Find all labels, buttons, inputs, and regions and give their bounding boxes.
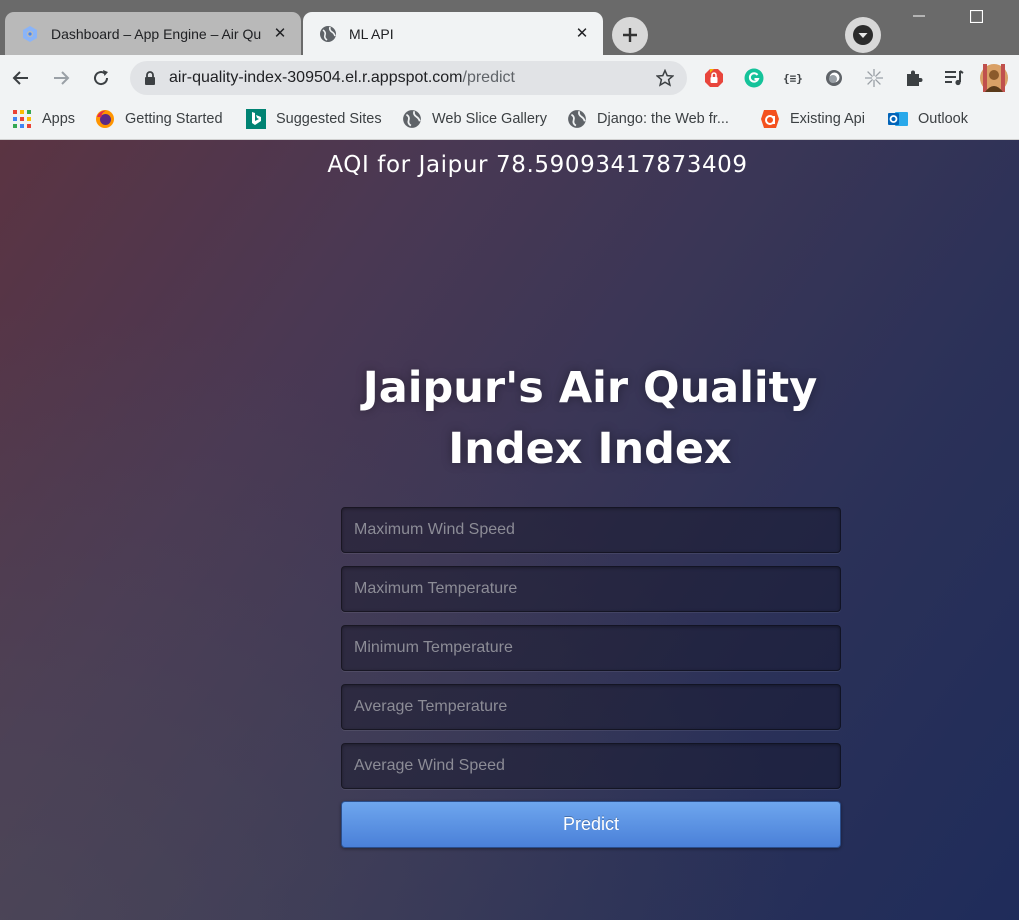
outlook-icon [888, 109, 908, 129]
bookmark-suggested-sites[interactable]: Suggested Sites [246, 108, 382, 130]
arrow-right-icon [54, 71, 70, 85]
tab-title: Dashboard – App Engine – Air Qu [51, 25, 262, 42]
avg-temperature-input[interactable] [341, 684, 841, 730]
media-queue-icon[interactable] [943, 67, 965, 89]
chevron-down-icon [853, 25, 873, 45]
bookmarks-bar: Apps Getting Started Suggested Sites Web… [0, 101, 1019, 140]
bookmark-apps[interactable]: Apps [12, 108, 75, 130]
tab-ml-api[interactable]: ML API ✕ [303, 12, 603, 55]
reload-button[interactable] [85, 62, 117, 94]
arrow-left-icon [12, 71, 28, 85]
tab-strip: Dashboard – App Engine – Air Qu ✕ ML API… [0, 0, 1019, 55]
new-tab-button[interactable] [612, 17, 648, 53]
globe-icon [567, 109, 587, 129]
bookmark-label: Django: the Web fr... [597, 111, 729, 127]
globe-icon [319, 25, 337, 43]
lock-icon [144, 71, 156, 85]
bookmark-existing-api[interactable]: Existing Api [760, 108, 865, 130]
bookmark-django[interactable]: Django: the Web fr... [567, 108, 729, 130]
minimize-icon [913, 15, 925, 17]
bookmark-label: Getting Started [125, 111, 223, 127]
svg-text:{≡}: {≡} [783, 72, 803, 85]
close-icon[interactable]: ✕ [271, 24, 289, 42]
back-button[interactable] [5, 62, 37, 94]
browser-toolbar: air-quality-index-309504.el.r.appspot.co… [0, 55, 1019, 101]
bookmark-label: Existing Api [790, 111, 865, 127]
minimize-button[interactable] [896, 0, 942, 32]
address-bar[interactable]: air-quality-index-309504.el.r.appspot.co… [130, 61, 687, 95]
firefox-icon [95, 109, 115, 129]
globe-icon [402, 109, 422, 129]
apps-grid-icon [12, 109, 32, 129]
sparkle-icon[interactable] [863, 67, 885, 89]
grammarly-icon[interactable] [743, 67, 765, 89]
prediction-form: Predict [341, 507, 841, 848]
page-content: AQI for Jaipur 78.59093417873409 Jaipur'… [0, 140, 1019, 920]
bookmark-star-icon[interactable] [655, 68, 675, 88]
forward-button[interactable] [45, 62, 77, 94]
bookmark-outlook[interactable]: Outlook [888, 108, 968, 130]
url-path: /predict [462, 69, 515, 86]
bookmark-label: Web Slice Gallery [432, 111, 547, 127]
maximize-icon [969, 9, 983, 23]
close-icon[interactable]: ✕ [573, 24, 591, 42]
bookmark-getting-started[interactable]: Getting Started [95, 108, 223, 130]
profile-avatar[interactable] [980, 64, 1008, 92]
adblock-icon[interactable] [703, 67, 725, 89]
aqi-result-text: AQI for Jaipur 78.59093417873409 [327, 152, 748, 178]
max-temperature-input[interactable] [341, 566, 841, 612]
tab-search-button[interactable] [845, 17, 881, 53]
bookmark-label: Apps [42, 111, 76, 127]
min-temperature-input[interactable] [341, 625, 841, 671]
bookmark-label: Outlook [918, 111, 968, 127]
url-host: air-quality-index-309504.el.r.appspot.co… [169, 69, 463, 86]
url-text: air-quality-index-309504.el.r.appspot.co… [169, 69, 515, 87]
reload-icon [94, 70, 109, 86]
page-title: Jaipur's Air Quality Index Index [362, 363, 818, 474]
avg-wind-speed-input[interactable] [341, 743, 841, 789]
json-formatter-icon[interactable]: {≡} [783, 67, 805, 89]
extension-circle-icon[interactable] [823, 67, 845, 89]
bing-icon [246, 109, 266, 129]
plus-icon [623, 28, 637, 42]
puzzle-icon[interactable] [903, 67, 925, 89]
bookmark-label: Suggested Sites [276, 111, 382, 127]
app-engine-icon [21, 25, 39, 43]
tab-dashboard[interactable]: Dashboard – App Engine – Air Qu ✕ [5, 12, 301, 55]
max-wind-speed-input[interactable] [341, 507, 841, 553]
maximize-button[interactable] [953, 0, 999, 32]
bookmark-web-slice-gallery[interactable]: Web Slice Gallery [402, 108, 547, 130]
predict-button[interactable]: Predict [341, 801, 841, 848]
tab-title: ML API [349, 25, 394, 42]
app-icon [760, 109, 780, 129]
